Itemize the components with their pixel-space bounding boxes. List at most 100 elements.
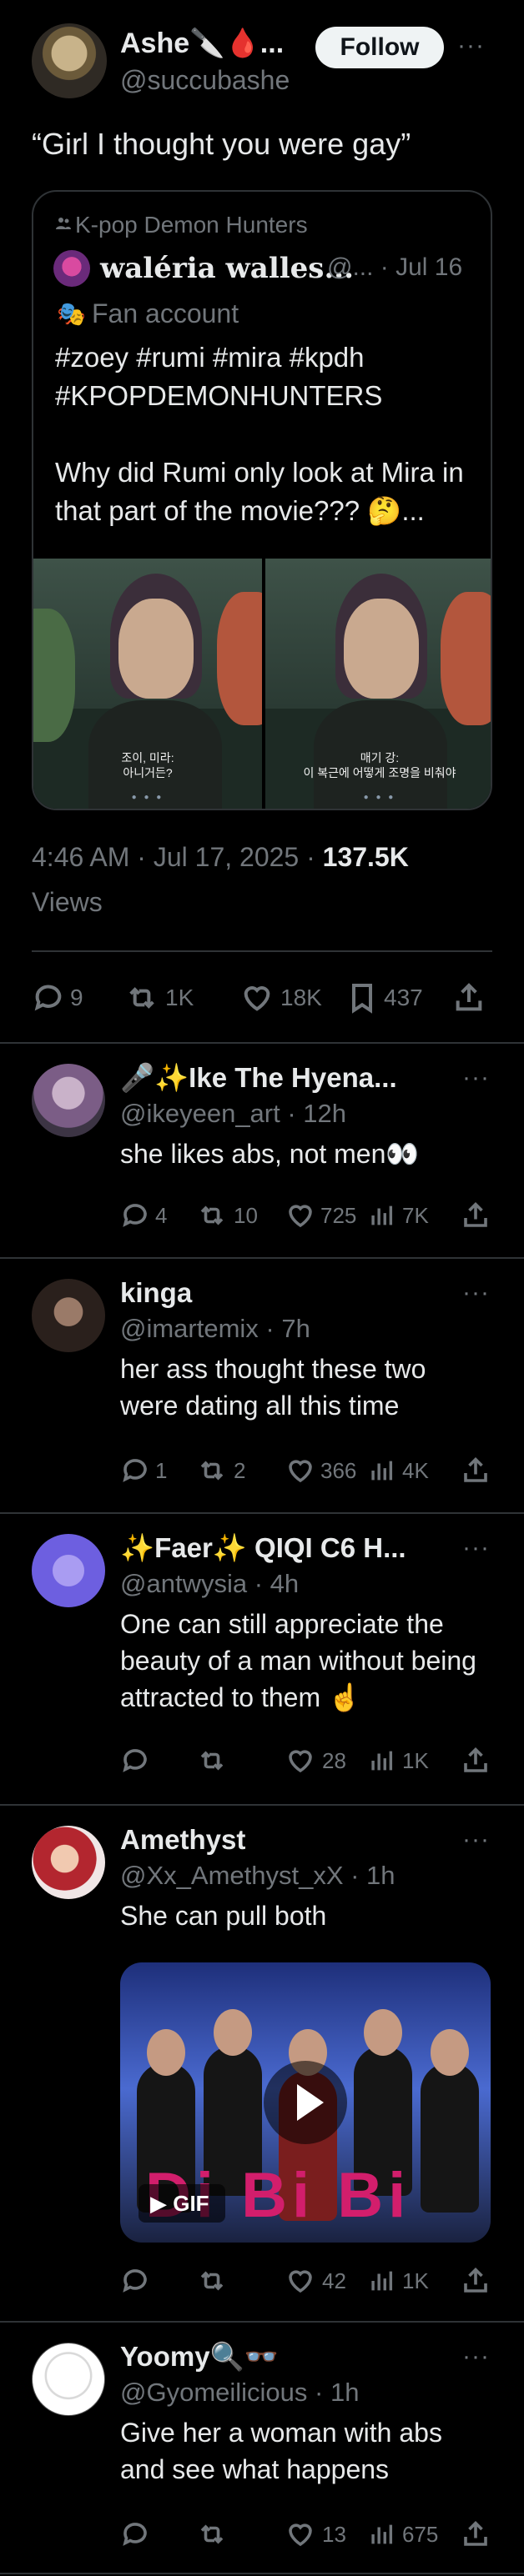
divider [0,2573,524,2574]
views-button[interactable]: 1K [367,1742,429,1779]
reply-avatar[interactable] [32,1279,105,1352]
like-button[interactable]: 366 [284,1452,356,1489]
reply-avatar[interactable] [32,1826,105,1899]
share-button[interactable] [459,1197,492,1234]
share-button[interactable] [459,1742,492,1779]
repost-count: 10 [234,1202,258,1228]
reply-button[interactable] [120,2516,150,2553]
like-button[interactable]: 28 [284,1742,346,1779]
share-button[interactable] [451,977,487,1019]
views-button[interactable]: 7K [367,1197,429,1234]
quoted-image-2[interactable]: 매기 강: 이 복근에 어떻게 조명을 비춰야 ● ● ● [265,559,491,809]
carousel-dots: ● ● ● [363,793,396,802]
reply-button[interactable] [120,1742,150,1779]
like-button[interactable]: 18K [239,977,322,1019]
bookmark-count: 437 [384,985,423,1010]
reply-icon [123,1749,147,1772]
like-button[interactable]: 13 [284,2516,346,2553]
reply-author-handle[interactable]: @imartemix · 7h [120,1314,310,1344]
more-options-icon[interactable]: ··· [462,1534,490,1562]
reply-button[interactable]: 1 [120,1452,167,1489]
carousel-dots: ● ● ● [131,793,164,802]
reply-button[interactable] [120,2263,150,2299]
repost-count: 2 [234,1457,246,1483]
mask-icon: 🎭 [57,301,86,327]
more-options-icon[interactable]: ··· [462,2343,490,2371]
reply-button[interactable]: 9 [32,977,83,1019]
heart-icon [289,2523,312,2547]
more-options-icon[interactable]: ··· [462,1279,490,1307]
reply-count: 9 [70,985,83,1010]
like-count: 28 [322,1747,346,1773]
reply-action-bar: 13 675 [120,2516,496,2553]
repost-icon [200,1461,224,1481]
repost-button[interactable] [195,2516,229,2553]
reply-author-handle[interactable]: @Xx_Amethyst_xX · 1h [120,1861,396,1891]
repost-button[interactable]: 10 [195,1197,258,1234]
reply-text: she likes abs, not men👀 [120,1139,420,1169]
share-button[interactable] [459,1452,492,1489]
reply-author-name[interactable]: 🎤✨Ike The Hyena... [120,1062,397,1095]
timestamp-text: 4:46 AM · Jul 17, 2025 · [32,842,323,872]
repost-icon [129,987,154,1009]
analytics-icon [371,1751,393,1771]
reply-avatar[interactable] [32,2343,105,2416]
reply-item[interactable]: Yoomy🔍👓 ··· @Gyomeilicious · 1h Give her… [0,2321,524,2576]
like-button[interactable]: 725 [284,1197,356,1234]
quoted-post[interactable]: K-pop Demon Hunters waléria walles... @.… [32,190,492,810]
reply-author-handle[interactable]: @Gyomeilicious · 1h [120,2378,359,2408]
reply-item[interactable]: 🎤✨Ike The Hyena... ··· @ikeyeen_art · 12… [0,1042,524,1257]
repost-button[interactable] [195,1742,229,1779]
views-button[interactable]: 4K [367,1452,429,1489]
post-action-bar: 9 1K 18K 437 [32,977,499,1019]
author-name[interactable]: Ashe🔪🩸... [120,27,284,60]
gif-badge: ▶ GIF [139,2184,225,2223]
reply-item[interactable]: Amethyst ··· @Xx_Amethyst_xX · 1h She ca… [0,1804,524,2321]
reply-author-name[interactable]: kinga [120,1277,192,1309]
share-button[interactable] [459,2263,492,2299]
more-options-icon[interactable]: ··· [462,1064,490,1092]
reply-avatar[interactable] [32,1534,105,1607]
like-button[interactable]: 42 [284,2263,346,2299]
heart-icon [289,1750,312,1773]
share-button[interactable] [459,2516,492,2553]
author-handle[interactable]: @succubashe [120,65,290,96]
reply-avatar[interactable] [32,1064,105,1137]
fan-account-label: Fan account [92,298,239,328]
share-icon [456,983,482,1011]
gif-media[interactable]: Di Bi Bi ▶ GIF [120,1962,491,2243]
reply-item[interactable]: kinga ··· @imartemix · 7h her ass though… [0,1257,524,1512]
like-count: 42 [322,2268,346,2293]
repost-button[interactable] [195,2263,229,2299]
repost-icon [200,1205,224,1225]
reply-button[interactable]: 4 [120,1197,167,1234]
post-timestamp[interactable]: 4:46 AM · Jul 17, 2025 · 137.5K [32,842,409,873]
follow-button[interactable]: Follow [315,27,444,68]
reply-icon [123,2269,147,2293]
post-text: “Girl I thought you were gay” [32,127,411,161]
more-options-icon[interactable]: ··· [457,32,485,60]
repost-button[interactable]: 1K [123,977,194,1019]
reply-item[interactable]: ✨Faer✨ QIQI C6 H... ··· @antwysia · 4h O… [0,1512,524,1804]
reply-author-handle[interactable]: @antwysia · 4h [120,1569,299,1599]
reply-author-name[interactable]: Amethyst [120,1824,245,1856]
more-options-icon[interactable]: ··· [462,1826,490,1854]
community-label[interactable]: K-pop Demon Hunters [75,212,308,238]
view-count: 4K [402,1457,429,1483]
reply-author-handle[interactable]: @ikeyeen_art · 12h [120,1099,346,1129]
reply-author-name[interactable]: Yoomy🔍👓 [120,2341,279,2373]
views-button[interactable]: 1K [367,2263,429,2299]
like-count: 18K [280,985,322,1010]
quoted-post-text: #zoey #rumi #mira #kpdh #KPOPDEMONHUNTER… [55,342,464,526]
views-button[interactable]: 675 [367,2516,438,2553]
community-icon [56,218,71,229]
quoted-author-avatar [53,250,90,287]
reply-author-name[interactable]: ✨Faer✨ QIQI C6 H... [120,1532,406,1565]
author-avatar[interactable] [32,23,107,98]
quoted-image-1[interactable]: 조이, 미라: 아니거든? ● ● ● [33,559,262,809]
share-icon [464,1456,487,1482]
repost-button[interactable]: 2 [195,1452,245,1489]
repost-icon [200,2524,224,2544]
play-icon[interactable] [264,2061,347,2144]
bookmark-button[interactable]: 437 [345,977,423,1019]
